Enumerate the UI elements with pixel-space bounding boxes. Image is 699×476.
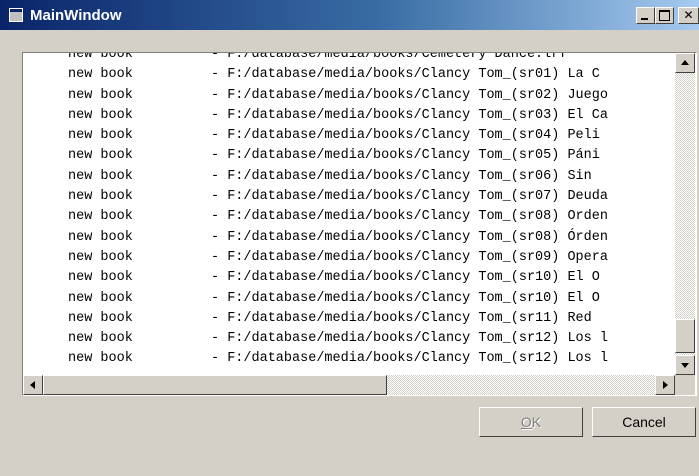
list-item[interactable]: new book - F:/database/media/books/Clancy… xyxy=(23,167,675,187)
item-type: new book xyxy=(68,189,133,205)
maximize-button[interactable] xyxy=(655,7,674,24)
item-type: new book xyxy=(68,52,133,62)
item-type: new book xyxy=(68,209,133,225)
list-item[interactable]: new book - F:/database/media/books/Clancy… xyxy=(23,86,675,106)
item-type: new book xyxy=(68,128,133,144)
item-path: - F:/database/media/books/Clancy Tom_(sr… xyxy=(211,310,600,326)
item-path: - F:/database/media/books/Clancy Tom_(sr… xyxy=(211,128,600,144)
item-path: - F:/database/media/books/Clancy Tom_(sr… xyxy=(211,87,608,103)
window-title: MainWindow xyxy=(30,7,122,24)
item-type: new book xyxy=(68,87,133,103)
ok-button[interactable]: OK xyxy=(479,407,583,437)
item-path: - F:/database/media/books/Clancy Tom_(sr… xyxy=(211,331,608,347)
list-item[interactable]: new book - F:/database/media/books/Clancy… xyxy=(23,146,675,166)
item-path: - F:/database/media/books/Clancy Tom_(sr… xyxy=(211,168,600,184)
cancel-button[interactable]: Cancel xyxy=(592,407,696,437)
list-item[interactable]: new book - F:/database/media/books/Clancy… xyxy=(23,65,675,85)
vertical-scrollbar[interactable] xyxy=(675,53,695,375)
list-item[interactable]: new book - F:/database/media/books/Clancy… xyxy=(23,106,675,126)
ok-label: K xyxy=(531,414,542,430)
list-item[interactable]: new book - F:/database/media/books/Clancy… xyxy=(23,309,675,329)
item-path: - F:/database/media/books/Clancy Tom_(sr… xyxy=(211,209,608,225)
item-type: new book xyxy=(68,229,133,245)
list-item[interactable]: new book - F:/database/media/books/Clancy… xyxy=(23,289,675,309)
item-type: new book xyxy=(68,168,133,184)
item-type: new book xyxy=(68,351,133,367)
scroll-right-button[interactable] xyxy=(655,375,675,395)
horizontal-scrollbar[interactable] xyxy=(23,375,675,395)
scroll-down-button[interactable] xyxy=(675,355,695,375)
list-item[interactable]: new book - F:/database/media/books/Cemete… xyxy=(23,52,675,65)
log-rows: new book - F:/database/media/books/Cemete… xyxy=(23,52,675,375)
minimize-button[interactable] xyxy=(636,7,655,24)
item-path: - F:/database/media/books/Clancy Tom_(sr… xyxy=(211,189,608,205)
arrow-down-icon xyxy=(681,363,689,368)
item-path: - F:/database/media/books/Cemetery Dance… xyxy=(211,52,568,62)
vertical-scroll-thumb[interactable] xyxy=(675,319,695,353)
arrow-up-icon xyxy=(681,60,689,65)
item-path: - F:/database/media/books/Clancy Tom_(sr… xyxy=(211,290,600,306)
close-button[interactable]: ✕ xyxy=(678,7,699,24)
item-path: - F:/database/media/books/Clancy Tom_(sr… xyxy=(211,249,608,265)
list-item[interactable]: new book - F:/database/media/books/Clancy… xyxy=(23,329,675,349)
list-item[interactable]: new book - F:/database/media/books/Clancy… xyxy=(23,268,675,288)
item-type: new book xyxy=(68,107,133,123)
list-item[interactable]: new book - F:/database/media/books/Clancy… xyxy=(23,126,675,146)
arrow-right-icon xyxy=(663,381,668,389)
close-icon: ✕ xyxy=(683,8,694,22)
item-type: new book xyxy=(68,331,133,347)
ok-mnemonic: O xyxy=(520,414,532,430)
item-path: - F:/database/media/books/Clancy Tom_(sr… xyxy=(211,351,608,367)
horizontal-scroll-thumb[interactable] xyxy=(43,375,387,395)
item-type: new book xyxy=(68,310,133,326)
item-type: new book xyxy=(68,270,133,286)
list-item[interactable]: new book - F:/database/media/books/Clancy… xyxy=(23,187,675,207)
arrow-left-icon xyxy=(30,381,35,389)
list-item[interactable]: new book - F:/database/media/books/Clancy… xyxy=(23,207,675,227)
list-item[interactable]: new book - F:/database/media/books/Clancy… xyxy=(23,248,675,268)
list-item[interactable]: new book - F:/database/media/books/Clancy… xyxy=(23,228,675,248)
list-item[interactable]: new book - F:/database/media/books/Clancy… xyxy=(23,349,675,369)
item-path: - F:/database/media/books/Clancy Tom_(sr… xyxy=(211,148,600,164)
scrollbar-corner xyxy=(675,375,695,395)
title-bar[interactable]: MainWindow ✕ xyxy=(0,0,699,30)
item-type: new book xyxy=(68,290,133,306)
item-type: new book xyxy=(68,249,133,265)
log-list[interactable]: new book - F:/database/media/books/Cemete… xyxy=(22,52,697,396)
window-icon xyxy=(9,8,23,22)
item-path: - F:/database/media/books/Clancy Tom_(sr… xyxy=(211,67,600,83)
item-path: - F:/database/media/books/Clancy Tom_(sr… xyxy=(211,107,608,123)
item-path: - F:/database/media/books/Clancy Tom_(sr… xyxy=(211,229,608,245)
item-type: new book xyxy=(68,67,133,83)
scroll-up-button[interactable] xyxy=(675,53,695,73)
scroll-left-button[interactable] xyxy=(23,375,43,395)
item-type: new book xyxy=(68,148,133,164)
item-path: - F:/database/media/books/Clancy Tom_(sr… xyxy=(211,270,600,286)
